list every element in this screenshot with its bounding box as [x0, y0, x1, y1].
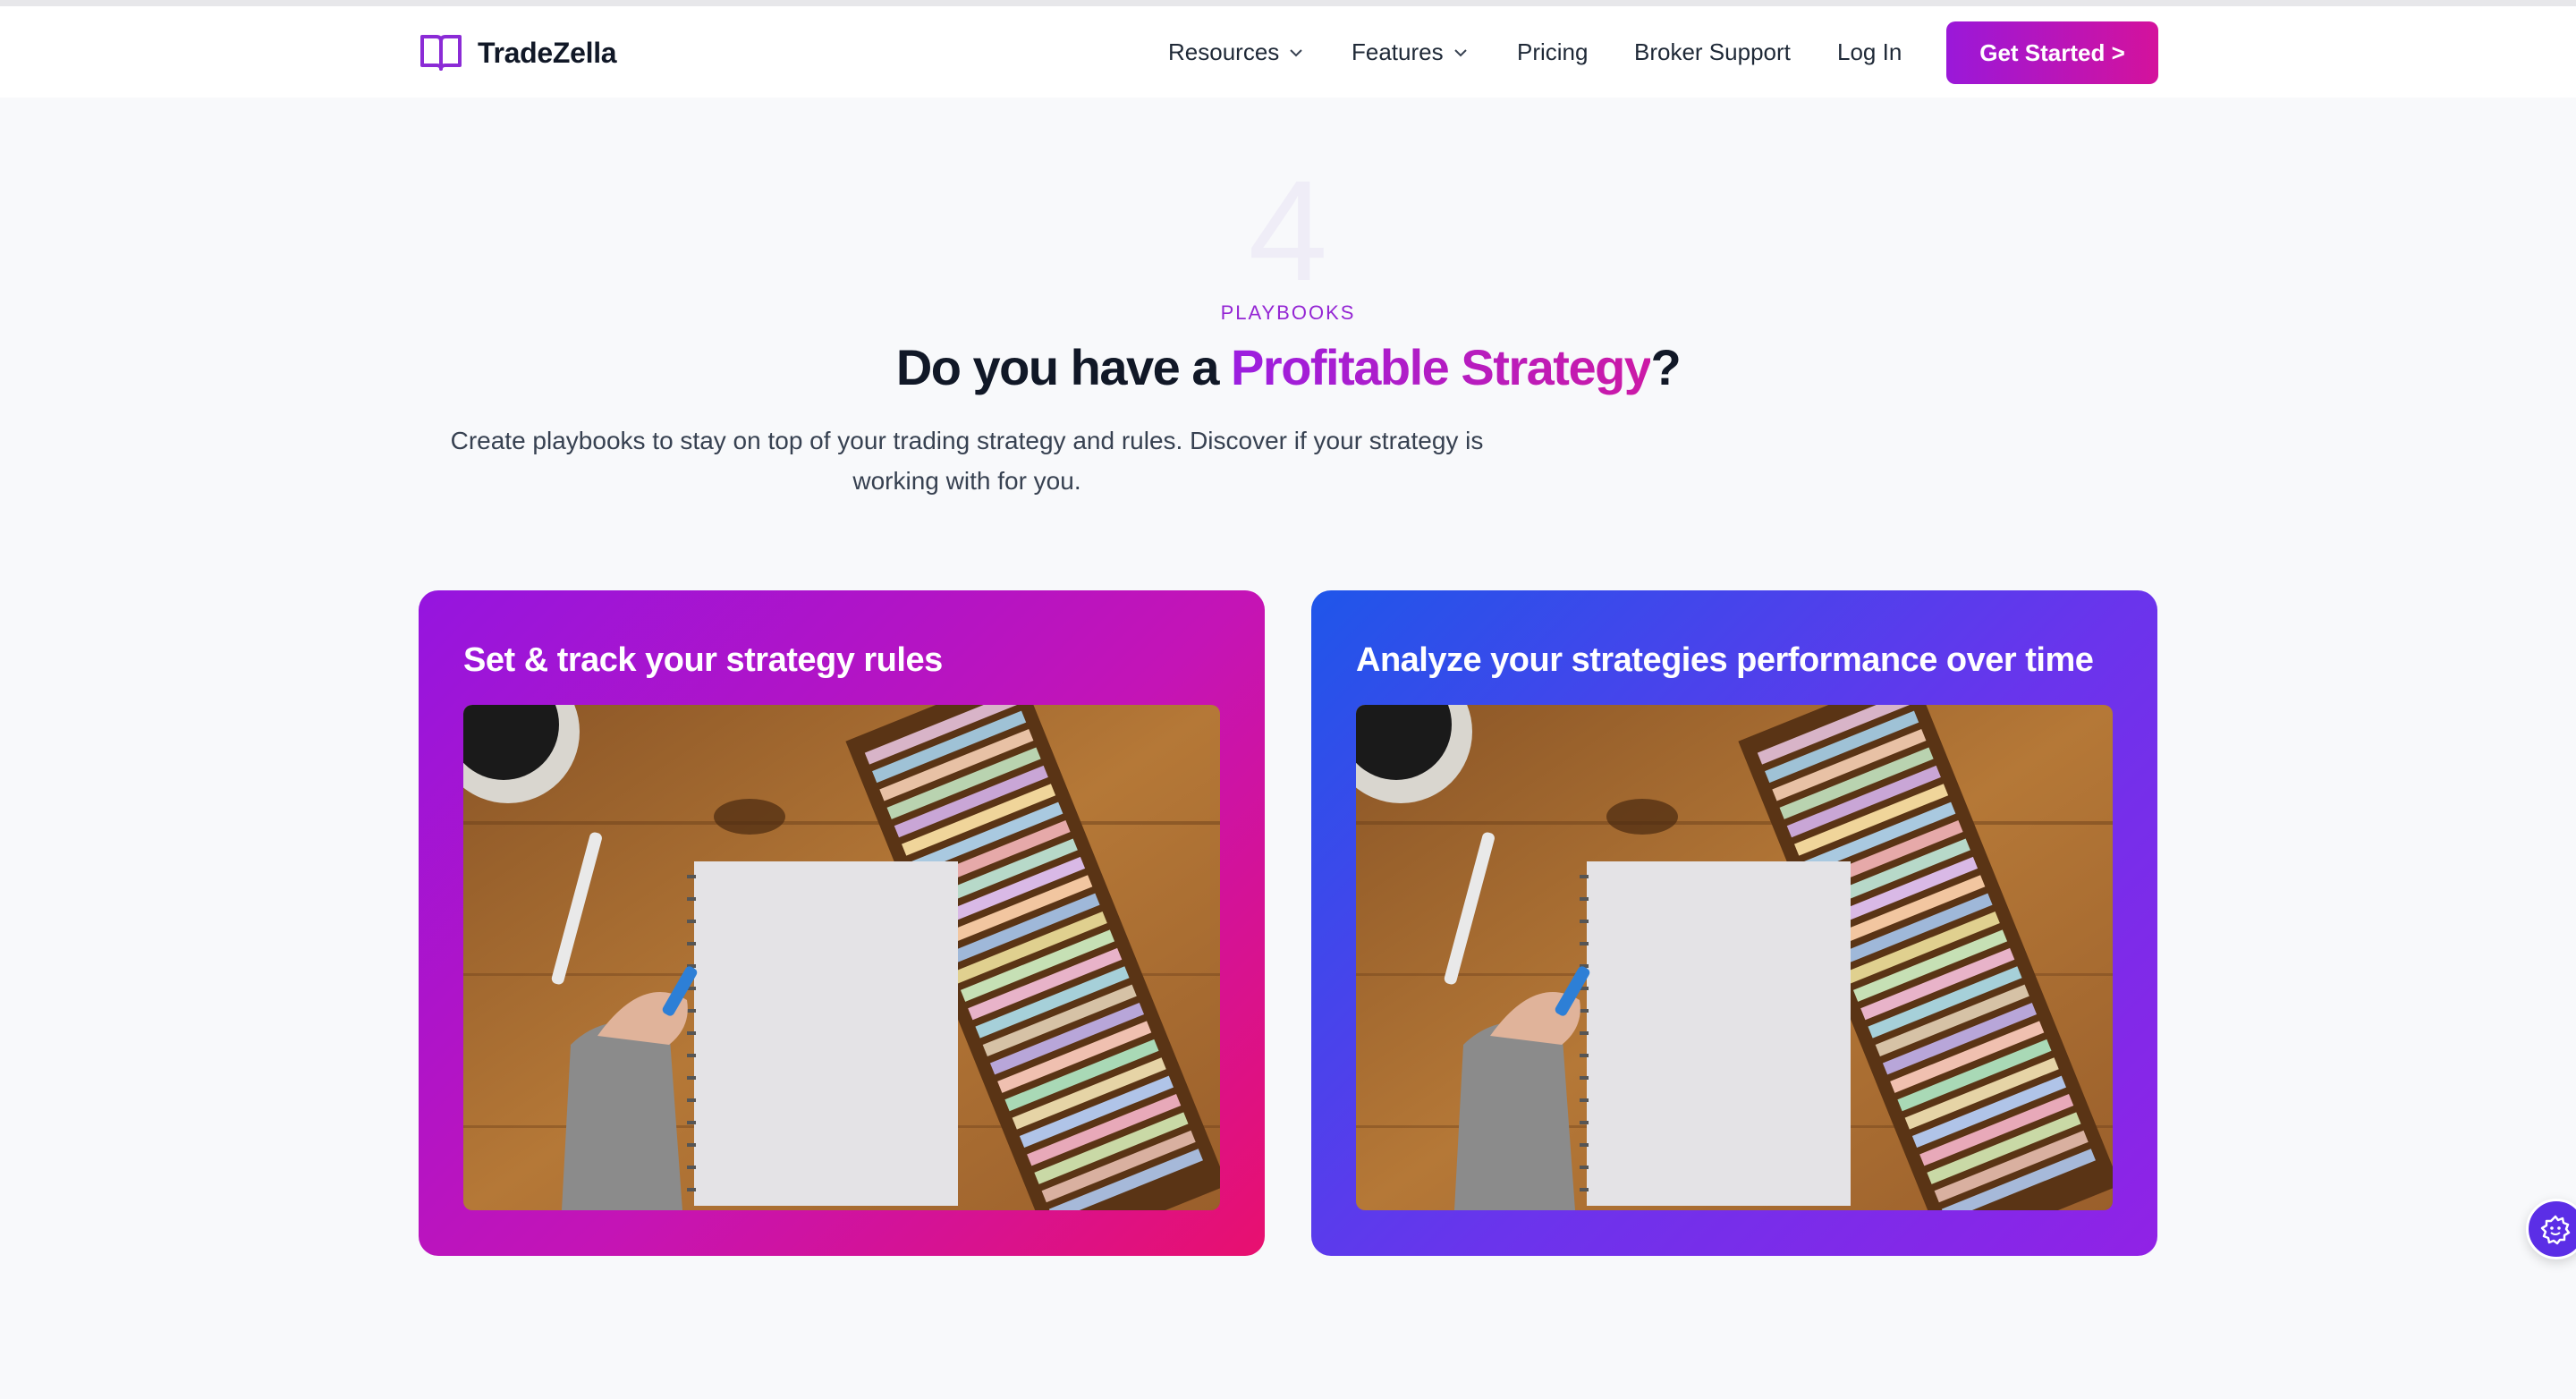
section-number: 4: [1248, 150, 1328, 310]
feature-card-rules: Set & track your strategy rules: [419, 590, 1265, 1256]
chevron-down-icon: [1453, 48, 1467, 56]
book-icon: [420, 35, 462, 71]
nav-login-label: Log In: [1837, 38, 1902, 65]
floating-settings-button[interactable]: [2526, 1199, 2576, 1259]
nav-features[interactable]: Features: [1352, 38, 1469, 66]
photo-illustration: [463, 705, 1220, 1210]
section-headline: Do you have a Profitable Strategy?: [0, 338, 2576, 396]
feature-card-performance: Analyze your strategies performance over…: [1311, 590, 2157, 1256]
get-started-button[interactable]: Get Started >: [1946, 21, 2158, 84]
browser-top-border: [0, 0, 2576, 6]
chevron-down-icon: [1290, 48, 1302, 56]
nav-broker-support[interactable]: Broker Support: [1634, 38, 1791, 66]
section-eyebrow: PLAYBOOKS: [1220, 301, 1356, 324]
photo-illustration: [1356, 705, 2113, 1210]
nav-login[interactable]: Log In: [1837, 38, 1902, 66]
nav-pricing[interactable]: Pricing: [1517, 38, 1588, 66]
nav-broker-support-label: Broker Support: [1634, 38, 1791, 65]
headline-suffix: ?: [1650, 339, 1681, 395]
headline-prefix: Do you have a: [895, 339, 1232, 395]
nav-features-label: Features: [1352, 38, 1444, 65]
card-title: Analyze your strategies performance over…: [1356, 641, 2094, 679]
nav-pricing-label: Pricing: [1517, 38, 1589, 65]
brand-logo[interactable]: TradeZella: [419, 33, 617, 72]
headline-accent: Profitable Strategy: [1231, 339, 1652, 395]
navbar: TradeZella Resources Features Pricing Br…: [0, 6, 2576, 98]
card-title: Set & track your strategy rules: [463, 641, 943, 679]
settings-badge-icon: [2540, 1215, 2571, 1245]
nav-resources[interactable]: Resources: [1168, 38, 1304, 66]
nav-resources-label: Resources: [1168, 38, 1280, 65]
notebook-desk-photo: [1356, 705, 2113, 1210]
brand-name: TradeZella: [478, 36, 617, 69]
section-description: Create playbooks to stay on top of your …: [450, 427, 1484, 495]
notebook-desk-photo: [463, 705, 1220, 1210]
